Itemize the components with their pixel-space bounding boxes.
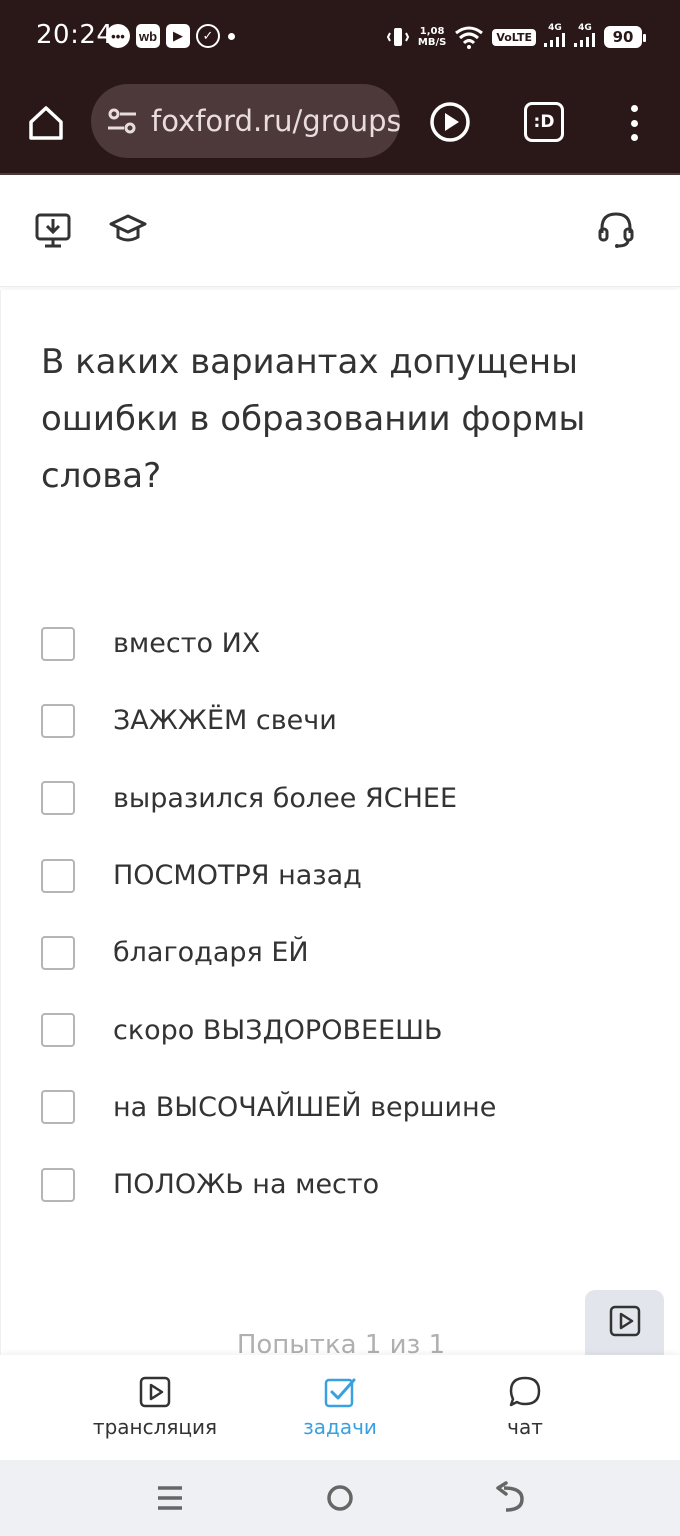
chat-bubble-icon: ••• bbox=[106, 24, 130, 48]
signal-bars-icon bbox=[574, 33, 595, 47]
status-time: 20:24 bbox=[36, 20, 114, 50]
signal-sim2: 4G bbox=[574, 24, 596, 50]
app-toolbar bbox=[0, 175, 680, 287]
nav-label: трансляция bbox=[92, 1415, 218, 1439]
home-system-button[interactable] bbox=[322, 1480, 358, 1516]
nav-label: чат bbox=[507, 1415, 543, 1439]
answer-label: вместо ИХ bbox=[113, 628, 261, 660]
answer-label: на ВЫСОЧАЙШЕЙ вершине bbox=[113, 1091, 497, 1123]
check-square-icon bbox=[324, 1378, 356, 1408]
answer-checkbox[interactable] bbox=[41, 626, 75, 661]
menu-lines-icon bbox=[158, 1486, 182, 1510]
back-arrow-icon bbox=[496, 1481, 524, 1512]
browser-toolbar: foxford.ru/groups :D bbox=[0, 75, 680, 175]
open-broadcast-button[interactable] bbox=[585, 1290, 664, 1355]
answer-option[interactable]: выразился более ЯСНЕЕ bbox=[41, 760, 496, 837]
back-button[interactable] bbox=[492, 1480, 528, 1516]
vibrate-icon bbox=[386, 28, 409, 46]
answer-option[interactable]: ЗАЖЖЁМ свечи bbox=[41, 682, 496, 759]
url-text: foxford.ru/groups bbox=[151, 104, 400, 138]
nav-chat[interactable]: чат bbox=[445, 1355, 605, 1460]
answer-label: выразился более ЯСНЕЕ bbox=[113, 782, 458, 814]
battery-indicator: 90 bbox=[604, 26, 646, 48]
notification-icons: ••• wb ▶ ✓ bbox=[106, 24, 235, 48]
sim2-network: 4G bbox=[578, 23, 592, 33]
answer-label: ЗАЖЖЁМ свечи bbox=[113, 705, 337, 737]
play-circle-icon bbox=[430, 102, 470, 142]
net-speed: 1,08 MB/S bbox=[418, 26, 446, 48]
address-bar[interactable]: foxford.ru/groups bbox=[91, 84, 400, 158]
site-settings-icon[interactable] bbox=[105, 104, 139, 138]
menu-dot-icon bbox=[630, 105, 638, 112]
answer-label: ПОСМОТРЯ назад bbox=[113, 860, 362, 892]
answer-checkbox[interactable] bbox=[41, 935, 75, 970]
answer-option[interactable]: ПОСМОТРЯ назад bbox=[41, 837, 496, 914]
task-content: В каких вариантах допущены ошибки в обра… bbox=[0, 290, 680, 1355]
play-square-icon bbox=[139, 1376, 171, 1408]
answer-checkbox[interactable] bbox=[41, 703, 75, 738]
question-text: В каких вариантах допущены ошибки в обра… bbox=[41, 342, 586, 496]
home-button[interactable] bbox=[24, 101, 68, 145]
answer-label: скоро ВЫЗДОРОВЕЕШЬ bbox=[113, 1014, 443, 1046]
browser-menu-button[interactable] bbox=[618, 101, 650, 145]
nav-label: задачи bbox=[303, 1415, 377, 1439]
menu-dot-icon bbox=[630, 119, 638, 127]
download-materials-button[interactable] bbox=[33, 209, 73, 249]
answer-option[interactable]: на ВЫСОЧАЙШЕЙ вершине bbox=[41, 1069, 496, 1146]
answer-option[interactable]: ПОЛОЖЬ на место bbox=[41, 1146, 496, 1223]
nav-tasks[interactable]: задачи bbox=[260, 1355, 420, 1460]
signal-bars-icon bbox=[544, 33, 565, 47]
chat-bubble-icon bbox=[509, 1376, 541, 1407]
system-navigation-bar bbox=[0, 1460, 680, 1536]
recent-apps-button[interactable] bbox=[152, 1480, 188, 1516]
graduation-cap-icon bbox=[109, 214, 147, 242]
home-icon bbox=[29, 106, 63, 140]
support-button[interactable] bbox=[596, 209, 636, 249]
wifi-icon bbox=[455, 26, 484, 49]
status-indicators: 1,08 MB/S VoLTE 4G 4G 90 bbox=[386, 24, 646, 50]
more-notifications-icon bbox=[228, 32, 235, 40]
answer-option[interactable]: скоро ВЫЗДОРОВЕЕШЬ bbox=[41, 991, 496, 1068]
nav-broadcast[interactable]: трансляция bbox=[75, 1355, 235, 1460]
answer-label: благодаря ЕЙ bbox=[113, 937, 309, 969]
answer-checkbox[interactable] bbox=[41, 781, 75, 816]
answer-checkbox[interactable] bbox=[41, 1090, 75, 1125]
answer-option[interactable]: благодаря ЕЙ bbox=[41, 914, 496, 991]
answer-checkbox[interactable] bbox=[41, 858, 75, 893]
headset-icon bbox=[598, 212, 634, 248]
answer-option[interactable]: вместо ИХ bbox=[41, 605, 496, 682]
status-bar: 20:24 ••• wb ▶ ✓ 1,08 MB/S VoLTE 4G 4G 9… bbox=[0, 0, 680, 75]
media-play-button[interactable] bbox=[428, 100, 472, 144]
check-circle-icon: ✓ bbox=[196, 24, 220, 48]
course-button[interactable] bbox=[108, 209, 148, 249]
answer-options: вместо ИХ ЗАЖЖЁМ свечи выразился более Я… bbox=[41, 605, 496, 1223]
wb-icon: wb bbox=[136, 24, 160, 48]
youtube-icon: ▶ bbox=[166, 24, 190, 48]
play-square-icon bbox=[609, 1305, 640, 1337]
attempt-counter: Попытка 1 из 1 bbox=[236, 1330, 446, 1355]
circle-home-icon bbox=[327, 1485, 353, 1511]
answer-label: ПОЛОЖЬ на место bbox=[113, 1169, 380, 1201]
signal-sim1: 4G bbox=[544, 24, 566, 50]
sim1-network: 4G bbox=[548, 23, 562, 33]
bottom-navigation: трансляция задачи чат bbox=[0, 1355, 680, 1460]
net-speed-value: 1,08 bbox=[419, 26, 445, 37]
answer-checkbox[interactable] bbox=[41, 1013, 75, 1048]
net-speed-unit: MB/S bbox=[417, 37, 447, 48]
tab-switcher-button[interactable]: :D bbox=[524, 102, 564, 142]
monitor-download-icon bbox=[35, 213, 71, 248]
menu-dot-icon bbox=[630, 134, 638, 141]
volte-badge: VoLTE bbox=[492, 28, 536, 46]
answer-checkbox[interactable] bbox=[41, 1167, 75, 1202]
